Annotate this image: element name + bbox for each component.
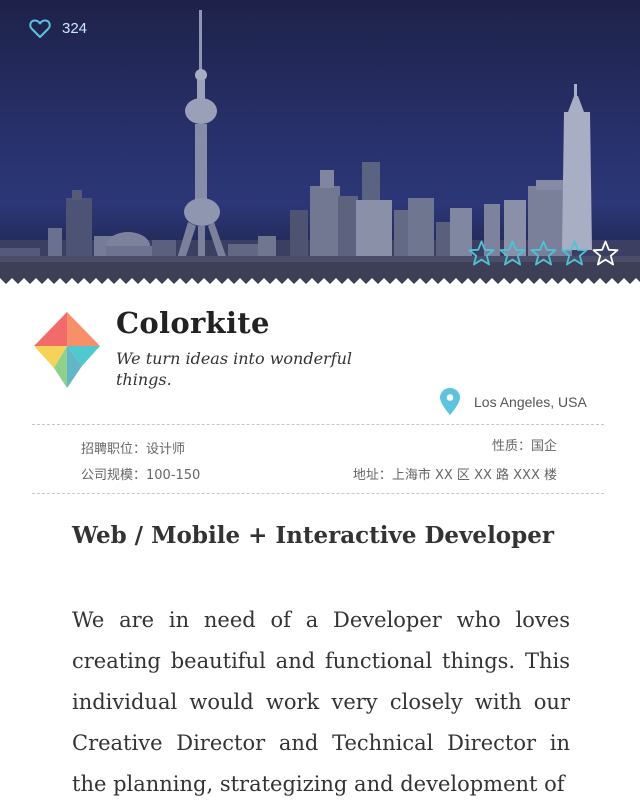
like-count: 324 bbox=[62, 19, 88, 37]
rating-stars[interactable] bbox=[468, 240, 619, 267]
company-name: Colorkite bbox=[116, 306, 270, 340]
star-filled-icon[interactable] bbox=[468, 240, 495, 267]
company-size: 公司规模：100-150 bbox=[81, 468, 201, 483]
company-nature: 性质：国企 bbox=[491, 439, 557, 454]
like-button[interactable]: 324 bbox=[28, 16, 87, 40]
divider bbox=[32, 424, 604, 425]
company-location: Los Angeles, USA bbox=[440, 388, 587, 415]
divider bbox=[32, 493, 604, 494]
hero-banner: 324 bbox=[0, 0, 640, 290]
job-description: We are in need of a Developer who loves … bbox=[72, 608, 570, 796]
company-logo-icon bbox=[34, 312, 100, 388]
location-pin-icon bbox=[440, 388, 460, 415]
company-address: 地址：上海市 XX 区 XX 路 XXX 楼 bbox=[352, 468, 557, 483]
star-filled-icon[interactable] bbox=[561, 240, 588, 267]
star-empty-icon[interactable] bbox=[592, 240, 619, 267]
job-title: Web / Mobile + Interactive Developer bbox=[72, 522, 554, 549]
company-tagline: We turn ideas into wonderful things. bbox=[116, 349, 353, 389]
heart-icon bbox=[29, 19, 51, 38]
star-filled-icon[interactable] bbox=[499, 240, 526, 267]
job-position: 招聘职位：设计师 bbox=[81, 442, 186, 457]
star-filled-icon[interactable] bbox=[530, 240, 557, 267]
location-text: Los Angeles, USA bbox=[474, 393, 587, 410]
